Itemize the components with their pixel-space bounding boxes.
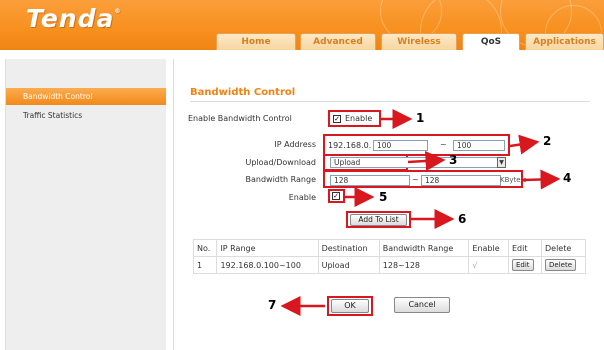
annotation-number-7: 7 <box>268 298 277 312</box>
arrow-3 <box>407 151 446 171</box>
annotation-arrows <box>280 109 561 316</box>
arrow-4 <box>522 169 561 190</box>
annotation-number-4: 4 <box>563 171 572 185</box>
arrow-2 <box>509 134 540 155</box>
annotation-number-5: 5 <box>379 190 388 204</box>
annotation-number-1: 1 <box>416 111 425 125</box>
annotation-number-3: 3 <box>449 153 458 167</box>
annotation-number-6: 6 <box>458 212 467 226</box>
annotation-number-2: 2 <box>543 134 552 148</box>
